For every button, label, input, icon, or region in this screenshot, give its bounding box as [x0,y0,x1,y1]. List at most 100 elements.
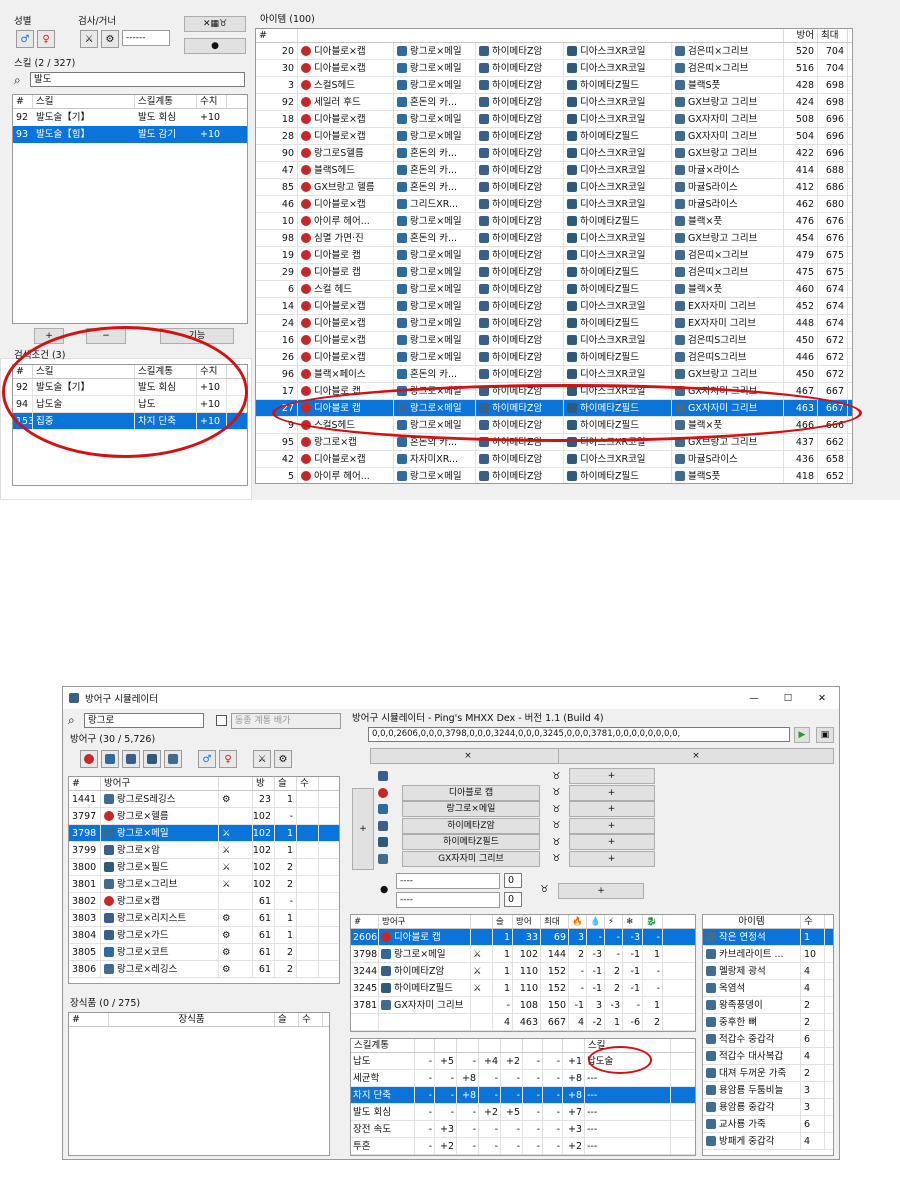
minimize-button[interactable]: — [737,693,771,704]
waist-icon[interactable] [143,750,161,768]
add-deco-button[interactable]: + [568,784,655,801]
charm-num-2[interactable]: 0 [504,892,522,907]
bag-row[interactable]: 멜랑제 광석 4 [703,963,833,980]
armor-row[interactable]: 3799 랑그로×암 ⚔ 102 1 [69,842,339,859]
armor-row[interactable]: 1441 랑그로S레깅스 ⚙ 23 1 [69,791,339,808]
skill-sum-row[interactable]: 세균학 - - +8- - - - +8 --- [351,1070,695,1087]
charm-num-1[interactable]: 0 [504,873,522,888]
add-deco-button[interactable]: + [568,834,655,851]
bag-row[interactable]: 왕족풍뎅이 2 [703,997,833,1014]
skill-search-input[interactable]: 발도 [30,72,245,87]
set-code-input[interactable]: 0,0,0,2606,0,0,0,3798,0,0,0,3244,0,0,0,3… [368,727,790,742]
skill-row[interactable]: 93 발도술【힘】 발도 감기 +10 [13,126,247,143]
armor-row[interactable]: 3804 랑그로×가드 ⚙ 61 1 [69,927,339,944]
item-row[interactable]: 85 GX브랑고 헬름 혼돈의 카... 하이메타Z암 디아스크XR코일 마귤S라이스 41… [256,179,852,196]
add-deco-button[interactable]: + [568,850,655,867]
leg-icon[interactable] [164,750,182,768]
clear-right-button[interactable]: × [558,748,834,764]
gunner-icon[interactable]: ⚙ [274,750,292,768]
add-set-button[interactable]: + [352,788,374,870]
skill-sum-row[interactable]: 차지 단축 - - +8- - - - +8 --- [351,1087,695,1104]
set-piece-name[interactable]: 랑그로×메일 [402,801,540,818]
chest-icon[interactable] [101,750,119,768]
item-row[interactable]: 98 심멸 가면·진 혼돈의 카... 하이메타Z암 디아스크XR코일 GX브랑고 그리브… [256,230,852,247]
item-row[interactable]: 26 디아블로×캡 랑그로×메일 하이메타Z암 하이메타Z필드 검은띠S그리브 446 672 [256,349,852,366]
item-row[interactable]: 28 디아블로×캡 랑그로×메일 하이메타Z암 하이메타Z필드 GX자자미 그리브 504 6… [256,128,852,145]
item-row[interactable]: 19 디아블로 캡 랑그로×메일 하이메타Z암 디아스크XR코일 검은띠×그리브 479 67… [256,247,852,264]
armor-row[interactable]: 3801 랑그로×그리브 ⚔ 102 2 [69,876,339,893]
item-row[interactable]: 20 디아블로×캡 랑그로×메일 하이메타Z암 디아스크XR코일 검은띠×그리브 520 70… [256,43,852,60]
armor-row[interactable]: 3802 랑그로×캡 61 - [69,893,339,910]
maximize-button[interactable]: ☐ [771,693,805,704]
item-row[interactable]: 10 아이루 헤어... 랑그로×메일 하이메타Z암 하이메타Z필드 블랙×풋 476 676 [256,213,852,230]
item-row[interactable]: 16 디아블로×캡 랑그로×메일 하이메타Z암 디아스크XR코일 검은띠S그리브 450 67… [256,332,852,349]
item-row[interactable]: 18 디아블로×캡 랑그로×메일 하이메타Z암 디아스크XR코일 GX자자미 그리브 508… [256,111,852,128]
armor-row[interactable]: 3806 랑그로×레깅스 ⚙ 61 2 [69,961,339,978]
set-piece-name[interactable]: 디아블로 캡 [402,784,540,801]
item-row[interactable]: 17 디아블로 캡 랑그로×메일 하이메타Z암 디아스크XR코일 GX자자미 그리브 467… [256,383,852,400]
cond-row[interactable]: 94 납도술 납도 +10 [13,396,247,413]
item-row[interactable]: 24 디아블로×캡 랑그로×메일 하이메타Z암 하이메타Z필드 EX자자미 그리브 448 6… [256,315,852,332]
item-row[interactable]: 47 블랙S헤드 혼돈의 카... 하이메타Z암 디아스크XR코일 마귤×라이스 414 68… [256,162,852,179]
arm-icon[interactable] [122,750,140,768]
armor-row[interactable]: 3805 랑그로×코트 ⚙ 61 2 [69,944,339,961]
item-row[interactable]: 27 디아블로 캡 랑그로×메일 하이메타Z암 하이메타Z필드 GX자자미 그리브 463 6… [256,400,852,417]
clear-sets-button[interactable]: ✕▦♉ [184,16,246,32]
bag-row[interactable]: 적갑수 대사복갑 4 [703,1048,833,1065]
armor-row[interactable]: 3803 랑그로×리지스트 ⚙ 61 1 [69,910,339,927]
armor-search-input[interactable]: 랑그로 [84,713,204,728]
gunner-icon[interactable]: ⚙ [101,30,119,48]
charm-button[interactable]: ● [184,38,246,54]
item-row[interactable]: 30 디아블로×캡 랑그로×메일 하이메타Z암 디아스크XR코일 검은띠×그리브 516 70… [256,60,852,77]
female-icon[interactable]: ♀ [37,30,55,48]
gunner-select[interactable]: ------ [122,30,170,46]
set-piece-name[interactable]: 하이메타Z필드 [402,834,540,851]
add-skill-button[interactable]: + [34,328,64,344]
item-row[interactable]: 92 세일러 후드 혼돈의 카... 하이메타Z암 디아스크XR코일 GX브랑고 그리브 4… [256,94,852,111]
charm-select-2[interactable]: ---- [396,892,500,908]
cond-row[interactable]: 92 발도술【기】 발도 회심 +10 [13,379,247,396]
male-icon[interactable]: ♂ [198,750,216,768]
bag-row[interactable]: 옥염석 4 [703,980,833,997]
set-piece-name[interactable]: 하이메타Z암 [402,817,540,834]
exclude-checkbox[interactable] [216,715,227,726]
skill-sum-row[interactable]: 발도 회심 - - - +2 +5- - +7 --- [351,1104,695,1121]
female-icon[interactable]: ♀ [219,750,237,768]
item-row[interactable]: 95 랑그로×캡 혼돈의 카... 하이메타Z암 디아스크XR코일 GX브랑고 그리브 43… [256,434,852,451]
item-row[interactable]: 6 스컬 헤드 랑그로×메일 하이메타Z암 하이메타Z필드 블랙×풋 460 674 [256,281,852,298]
result-row[interactable]: 3798 랑그로×메일 ⚔ 1 102 144 2 -3 - -1 1 [351,946,695,963]
bag-row[interactable]: 방패게 중갑각 4 [703,1133,833,1150]
bag-row[interactable]: 작은 연정석 1 [703,929,833,946]
armor-row[interactable]: 3797 랑그로×헬름 102 - [69,808,339,825]
charm-select-1[interactable]: ---- [396,873,500,889]
male-icon[interactable]: ♂ [16,30,34,48]
bag-row[interactable]: 중후한 뼈 2 [703,1014,833,1031]
blade-icon[interactable]: ⚔ [253,750,271,768]
item-row[interactable]: 9 스컬S헤드 랑그로×메일 하이메타Z암 하이메타Z필드 블랙×풋 466 666 [256,417,852,434]
result-row[interactable]: 3244 하이메타Z암 ⚔ 1 110 152- -1 2 -1- [351,963,695,980]
screenshot-button[interactable]: ▣ [816,727,834,743]
armor-row[interactable]: 3798 랑그로×메일 ⚔ 102 1 [69,825,339,842]
add-deco-button[interactable]: + [568,768,655,785]
set-piece-name[interactable]: GX자자미 그리브 [402,850,540,867]
result-row[interactable]: 3245 하이메타Z필드 ⚔ 1 110 152- -1 2 -1- [351,980,695,997]
bag-row[interactable]: 교사룡 가죽 6 [703,1116,833,1133]
head-icon[interactable] [80,750,98,768]
item-row[interactable]: 42 디아블로×캡 자자미XR... 하이메타Z암 디아스크XR코일 마귤S라이스 436 6… [256,451,852,468]
blade-icon[interactable]: ⚔ [80,30,98,48]
skill-sum-row[interactable]: 납도 - +5- +4 +2- - +1 납도술 [351,1053,695,1070]
skill-sum-row[interactable]: 투혼 - +2- - - - - +2 --- [351,1138,695,1155]
cond-row[interactable]: 153 집중 차지 단축 +10 [13,413,247,430]
close-button[interactable]: ✕ [805,693,839,704]
bag-row[interactable]: 용암룡 중갑각 3 [703,1099,833,1116]
item-row[interactable]: 3 스컬S헤드 랑그로×메일 하이메타Z암 하이메타Z필드 블랙S풋 428 698 [256,77,852,94]
remove-skill-button[interactable]: − [86,328,126,344]
bag-row[interactable]: 카브레라이트 ... 10 [703,946,833,963]
play-button[interactable]: ▶ [794,727,810,743]
bag-row[interactable]: 대져 두꺼운 가죽 2 [703,1065,833,1082]
item-row[interactable]: 90 랑그로S헬름 혼돈의 카... 하이메타Z암 디아스크XR코일 GX브랑고 그리브 4… [256,145,852,162]
item-row[interactable]: 96 블랙×페이스 혼돈의 카... 하이메타Z암 디아스크XR코일 GX브랑고 그리브 4… [256,366,852,383]
clear-left-button[interactable]: × [370,748,566,764]
bag-row[interactable]: 적갑수 중갑각 6 [703,1031,833,1048]
add-deco-button[interactable]: + [568,801,655,818]
